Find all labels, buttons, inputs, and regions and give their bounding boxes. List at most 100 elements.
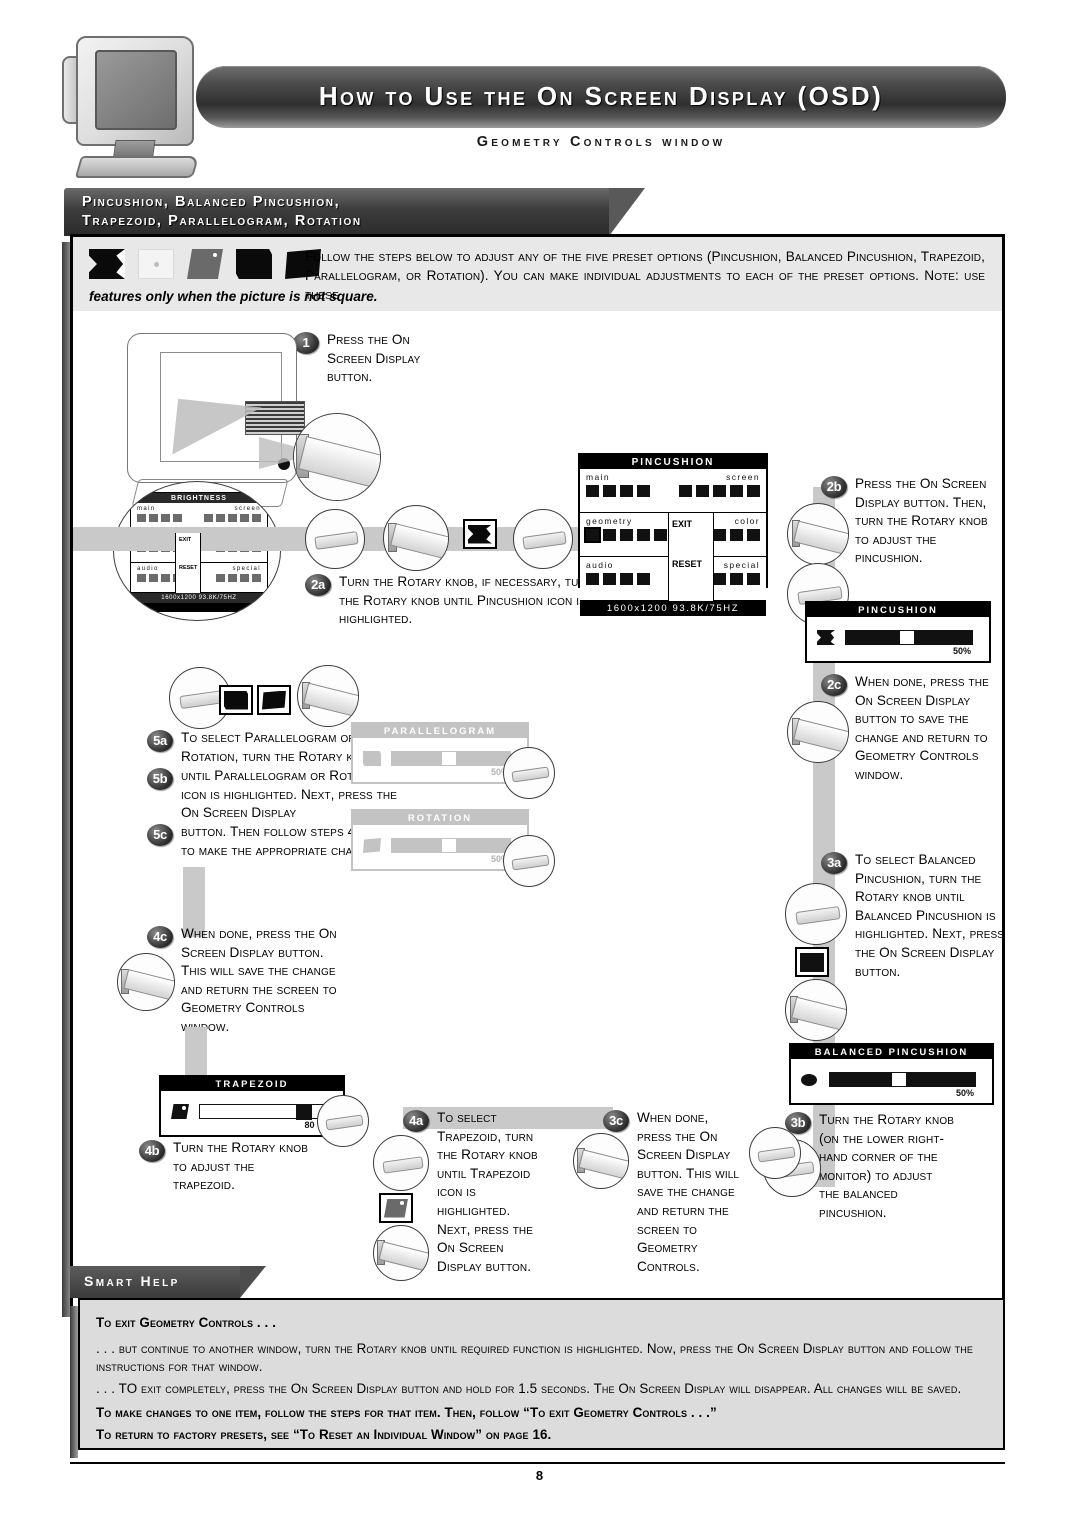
rotation-icon[interactable] bbox=[654, 529, 667, 541]
osd-icons-geometry bbox=[584, 527, 667, 543]
osd-button-icon-4c[interactable] bbox=[117, 953, 175, 1011]
osd-position-icon[interactable] bbox=[713, 573, 726, 585]
osd-button-finger bbox=[303, 682, 358, 717]
osd-button-closeup bbox=[293, 413, 381, 501]
trapezoid-slider-thumb[interactable] bbox=[295, 1105, 312, 1120]
osd-button-closeup-inner bbox=[294, 414, 380, 500]
osd-icon bbox=[252, 574, 261, 582]
trapezoid-icon[interactable] bbox=[620, 529, 633, 541]
step-3b-text: Turn the Rotary knob (on the lower right… bbox=[819, 1112, 954, 1220]
color-6500-icon[interactable] bbox=[730, 529, 743, 541]
step-2a-text: Turn the Rotary knob, if necessary, turn… bbox=[339, 574, 594, 627]
osd-button-finger bbox=[793, 718, 848, 753]
contrast-icon[interactable] bbox=[603, 485, 616, 497]
step-5c-bullet: 5c bbox=[147, 824, 173, 846]
osd-button-icon-2b[interactable] bbox=[787, 503, 849, 565]
parallelogram-icon bbox=[224, 690, 248, 710]
treble-icon[interactable] bbox=[603, 573, 616, 585]
trapezoid-slider-track[interactable] bbox=[199, 1104, 327, 1120]
pincushion-icon[interactable] bbox=[584, 527, 601, 543]
v-size-icon[interactable] bbox=[730, 485, 743, 497]
osd-icon bbox=[240, 574, 249, 582]
osd-button-icon-3a[interactable] bbox=[785, 979, 847, 1041]
zoom-icon[interactable] bbox=[747, 485, 760, 497]
pincushion-slider-track[interactable] bbox=[845, 630, 973, 645]
page-subtitle: Geometry Controls window bbox=[476, 134, 726, 150]
step-4b-bullet: 4b bbox=[139, 1140, 165, 1162]
osd-button-icon-2c[interactable] bbox=[787, 701, 849, 763]
rotary-knob-icon-3c[interactable] bbox=[749, 1127, 801, 1179]
parallelogram-slider-body: 50% bbox=[353, 738, 527, 782]
pincushion-slider-title: PINCUSHION bbox=[807, 603, 989, 617]
balanced-pincushion-slider-window: BALANCED PINCUSHION 50% bbox=[789, 1043, 994, 1105]
osd-pane-main-screen: main screen bbox=[580, 469, 766, 513]
parallelogram-slider-track[interactable] bbox=[391, 751, 511, 766]
smart-help-shadow bbox=[70, 1306, 78, 1458]
rotation-slider-track[interactable] bbox=[391, 838, 511, 853]
bass-icon[interactable] bbox=[620, 573, 633, 585]
moire-icon[interactable] bbox=[747, 573, 760, 585]
osd-button-finger bbox=[578, 1148, 628, 1180]
rotary-dial bbox=[511, 854, 550, 871]
balanced-pincushion-slider-thumb[interactable] bbox=[890, 1072, 907, 1087]
volume-icon[interactable] bbox=[637, 485, 650, 497]
balanced-pincushion-slider-track[interactable] bbox=[829, 1072, 976, 1087]
pincushion-slider-thumb[interactable] bbox=[898, 630, 915, 645]
parallelogram-slider-thumb[interactable] bbox=[441, 751, 458, 766]
color-9300-icon[interactable] bbox=[713, 529, 726, 541]
parallelogram-icon[interactable] bbox=[637, 529, 650, 541]
osd-reset-button[interactable]: RESET bbox=[672, 559, 702, 569]
step-2a-bullet: 2a bbox=[305, 574, 331, 596]
pincushion-chip[interactable] bbox=[463, 519, 497, 549]
osd-preview-icons-screen bbox=[204, 514, 261, 522]
osd-button-icon-1[interactable] bbox=[383, 505, 449, 571]
size-icon[interactable] bbox=[620, 485, 633, 497]
rotation-slider-thumb[interactable] bbox=[441, 838, 458, 853]
osd-button-icon-5[interactable] bbox=[297, 665, 359, 727]
step-3a-bullet: 3a bbox=[821, 852, 847, 874]
parallelogram-chip[interactable] bbox=[219, 685, 253, 715]
rotary-dial bbox=[794, 906, 841, 926]
rotary-dial bbox=[757, 1146, 796, 1163]
rotary-knob-icon-4b[interactable] bbox=[317, 1095, 369, 1147]
balanced-pincushion-chip[interactable] bbox=[795, 947, 829, 977]
osd-button-icon-3c[interactable] bbox=[573, 1133, 629, 1189]
step-5b-bullet: 5b bbox=[147, 768, 173, 790]
section-banner: Pincushion, Balanced Pincushion, Trapezo… bbox=[64, 188, 645, 236]
rotary-knob-icon-par[interactable] bbox=[503, 747, 555, 799]
brightness-icon[interactable] bbox=[586, 485, 599, 497]
intro-note: features only when the picture is not sq… bbox=[89, 289, 378, 304]
rotation-slider-title: ROTATION bbox=[353, 811, 527, 825]
color-user-icon[interactable] bbox=[747, 529, 760, 541]
osd-icons-audio bbox=[586, 573, 650, 585]
osd-icon bbox=[161, 574, 170, 582]
rotary-knob-icon-3a[interactable] bbox=[785, 883, 847, 945]
mute-icon[interactable] bbox=[586, 573, 599, 585]
rotary-knob-icon-1[interactable] bbox=[305, 509, 365, 569]
trapezoid-slider-title: TRAPEZOID bbox=[161, 1077, 343, 1091]
balanced-pincushion-icon[interactable] bbox=[603, 529, 616, 541]
h-position-icon[interactable] bbox=[679, 485, 692, 497]
preset-icon-row bbox=[89, 249, 321, 279]
osd-status-bar: 1600x1200 93.8K/75HZ bbox=[580, 601, 766, 616]
step-3c-bullet: 3c bbox=[603, 1110, 629, 1132]
h-size-icon[interactable] bbox=[713, 485, 726, 497]
osd-icon bbox=[173, 514, 182, 522]
step-5a-bullet: 5a bbox=[147, 730, 173, 752]
rotation-chip[interactable] bbox=[257, 685, 291, 715]
osd-label-geometry: geometry bbox=[586, 516, 633, 526]
trapezoid-chip[interactable] bbox=[379, 1193, 413, 1223]
balance-icon[interactable] bbox=[637, 573, 650, 585]
rotation-slider-body: 50% bbox=[353, 825, 527, 869]
degauss-icon[interactable] bbox=[730, 573, 743, 585]
v-position-icon[interactable] bbox=[696, 485, 709, 497]
rotary-dial bbox=[178, 690, 225, 710]
rotary-knob-icon-4a[interactable] bbox=[373, 1135, 429, 1191]
rotary-knob-icon-2[interactable] bbox=[513, 509, 573, 569]
osd-exit-button[interactable]: EXIT bbox=[672, 519, 692, 529]
osd-button-icon-4a[interactable] bbox=[373, 1225, 429, 1281]
trapezoid-icon bbox=[171, 1104, 189, 1119]
crt-monitor-icon bbox=[62, 36, 214, 181]
rotary-knob-icon-rot[interactable] bbox=[503, 835, 555, 887]
balanced-pincushion-slider-title: BALANCED PINCUSHION bbox=[791, 1045, 992, 1059]
